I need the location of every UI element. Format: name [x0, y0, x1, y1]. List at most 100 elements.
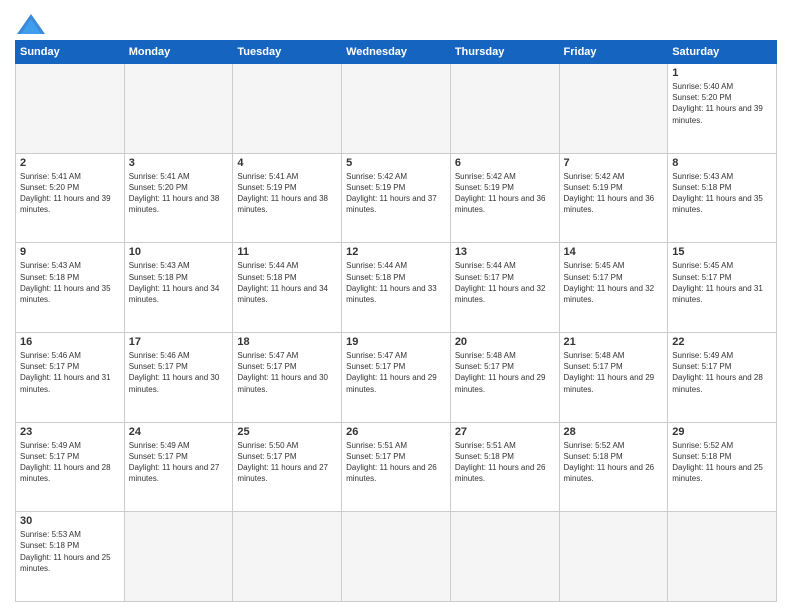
table-row	[559, 512, 668, 602]
calendar-week-row: 30 Sunrise: 5:53 AMSunset: 5:18 PMDayligh…	[16, 512, 777, 602]
day-number: 3	[129, 157, 229, 169]
table-row: 29 Sunrise: 5:52 AMSunset: 5:18 PMDayligh…	[668, 422, 777, 512]
day-number: 15	[672, 246, 772, 258]
day-info: Sunrise: 5:44 AMSunset: 5:18 PMDaylight:…	[237, 260, 337, 305]
day-number: 11	[237, 246, 337, 258]
table-row: 23Sunrise: 5:49 AMSunset: 5:17 PMDayligh…	[16, 422, 125, 512]
table-row: 12Sunrise: 5:44 AMSunset: 5:18 PMDayligh…	[342, 243, 451, 333]
table-row: 15 Sunrise: 5:45 AMSunset: 5:17 PMDayligh…	[668, 243, 777, 333]
day-info: Sunrise: 5:42 AMSunset: 5:19 PMDaylight:…	[455, 171, 555, 216]
day-number: 1	[672, 67, 772, 79]
table-row	[233, 512, 342, 602]
day-number: 30	[20, 515, 120, 527]
day-number: 17	[129, 336, 229, 348]
day-info: Sunrise: 5:45 AMSunset: 5:17 PMDaylight:…	[672, 260, 772, 305]
logo-icon	[17, 14, 45, 34]
day-number: 27	[455, 426, 555, 438]
page: Sunday Monday Tuesday Wednesday Thursday…	[0, 0, 792, 612]
day-number: 26	[346, 426, 446, 438]
day-info: Sunrise: 5:49 AMSunset: 5:17 PMDaylight:…	[672, 350, 772, 395]
table-row: 19 Sunrise: 5:47 AMSunset: 5:17 PMDayligh…	[342, 332, 451, 422]
day-info: Sunrise: 5:47 AMSunset: 5:17 PMDaylight:…	[346, 350, 446, 395]
table-row: 27 Sunrise: 5:51 AMSunset: 5:18 PMDayligh…	[450, 422, 559, 512]
day-info: Sunrise: 5:53 AMSunset: 5:18 PMDaylight:…	[20, 529, 120, 574]
day-info: Sunrise: 5:43 AMSunset: 5:18 PMDaylight:…	[20, 260, 120, 305]
day-number: 6	[455, 157, 555, 169]
table-row	[668, 512, 777, 602]
calendar-week-row: 1 Sunrise: 5:40 AMSunset: 5:20 PMDaylight…	[16, 64, 777, 154]
table-row: 30 Sunrise: 5:53 AMSunset: 5:18 PMDayligh…	[16, 512, 125, 602]
header-saturday: Saturday	[668, 41, 777, 64]
table-row: 21 Sunrise: 5:48 AMSunset: 5:17 PMDayligh…	[559, 332, 668, 422]
day-number: 8	[672, 157, 772, 169]
day-info: Sunrise: 5:42 AMSunset: 5:19 PMDaylight:…	[564, 171, 664, 216]
weekday-header-row: Sunday Monday Tuesday Wednesday Thursday…	[16, 41, 777, 64]
table-row	[450, 64, 559, 154]
day-number: 9	[20, 246, 120, 258]
day-number: 16	[20, 336, 120, 348]
header-tuesday: Tuesday	[233, 41, 342, 64]
day-info: Sunrise: 5:42 AMSunset: 5:19 PMDaylight:…	[346, 171, 446, 216]
day-info: Sunrise: 5:48 AMSunset: 5:17 PMDaylight:…	[564, 350, 664, 395]
table-row: 24 Sunrise: 5:49 AMSunset: 5:17 PMDayligh…	[124, 422, 233, 512]
day-number: 13	[455, 246, 555, 258]
day-info: Sunrise: 5:52 AMSunset: 5:18 PMDaylight:…	[564, 440, 664, 485]
day-number: 28	[564, 426, 664, 438]
table-row: 17 Sunrise: 5:46 AMSunset: 5:17 PMDayligh…	[124, 332, 233, 422]
day-info: Sunrise: 5:46 AMSunset: 5:17 PMDaylight:…	[129, 350, 229, 395]
day-number: 19	[346, 336, 446, 348]
table-row: 5 Sunrise: 5:42 AMSunset: 5:19 PMDaylight…	[342, 153, 451, 243]
day-number: 24	[129, 426, 229, 438]
day-info: Sunrise: 5:50 AMSunset: 5:17 PMDaylight:…	[237, 440, 337, 485]
day-info: Sunrise: 5:52 AMSunset: 5:18 PMDaylight:…	[672, 440, 772, 485]
calendar-week-row: 16 Sunrise: 5:46 AMSunset: 5:17 PMDayligh…	[16, 332, 777, 422]
table-row: 25Sunrise: 5:50 AMSunset: 5:17 PMDayligh…	[233, 422, 342, 512]
day-info: Sunrise: 5:43 AMSunset: 5:18 PMDaylight:…	[129, 260, 229, 305]
day-info: Sunrise: 5:49 AMSunset: 5:17 PMDaylight:…	[20, 440, 120, 485]
day-number: 5	[346, 157, 446, 169]
day-info: Sunrise: 5:51 AMSunset: 5:17 PMDaylight:…	[346, 440, 446, 485]
calendar-week-row: 2Sunrise: 5:41 AMSunset: 5:20 PMDaylight…	[16, 153, 777, 243]
table-row: 14Sunrise: 5:45 AMSunset: 5:17 PMDayligh…	[559, 243, 668, 333]
day-number: 7	[564, 157, 664, 169]
day-number: 4	[237, 157, 337, 169]
day-info: Sunrise: 5:44 AMSunset: 5:17 PMDaylight:…	[455, 260, 555, 305]
table-row	[124, 64, 233, 154]
day-number: 10	[129, 246, 229, 258]
day-info: Sunrise: 5:41 AMSunset: 5:20 PMDaylight:…	[129, 171, 229, 216]
day-info: Sunrise: 5:41 AMSunset: 5:20 PMDaylight:…	[20, 171, 120, 216]
day-number: 21	[564, 336, 664, 348]
header-sunday: Sunday	[16, 41, 125, 64]
table-row: 10 Sunrise: 5:43 AMSunset: 5:18 PMDayligh…	[124, 243, 233, 333]
table-row: 8 Sunrise: 5:43 AMSunset: 5:18 PMDaylight…	[668, 153, 777, 243]
table-row	[342, 64, 451, 154]
table-row: 9 Sunrise: 5:43 AMSunset: 5:18 PMDaylight…	[16, 243, 125, 333]
day-info: Sunrise: 5:40 AMSunset: 5:20 PMDaylight:…	[672, 81, 772, 126]
table-row: 6 Sunrise: 5:42 AMSunset: 5:19 PMDaylight…	[450, 153, 559, 243]
table-row	[559, 64, 668, 154]
day-info: Sunrise: 5:41 AMSunset: 5:19 PMDaylight:…	[237, 171, 337, 216]
logo	[15, 14, 45, 34]
day-number: 18	[237, 336, 337, 348]
day-number: 14	[564, 246, 664, 258]
calendar-table: Sunday Monday Tuesday Wednesday Thursday…	[15, 40, 777, 602]
table-row: 28 Sunrise: 5:52 AMSunset: 5:18 PMDayligh…	[559, 422, 668, 512]
table-row	[16, 64, 125, 154]
day-number: 29	[672, 426, 772, 438]
table-row: 22Sunrise: 5:49 AMSunset: 5:17 PMDayligh…	[668, 332, 777, 422]
day-info: Sunrise: 5:49 AMSunset: 5:17 PMDaylight:…	[129, 440, 229, 485]
header	[15, 10, 777, 34]
day-info: Sunrise: 5:51 AMSunset: 5:18 PMDaylight:…	[455, 440, 555, 485]
day-number: 20	[455, 336, 555, 348]
day-info: Sunrise: 5:43 AMSunset: 5:18 PMDaylight:…	[672, 171, 772, 216]
table-row	[450, 512, 559, 602]
table-row: 20 Sunrise: 5:48 AMSunset: 5:17 PMDayligh…	[450, 332, 559, 422]
table-row: 3 Sunrise: 5:41 AMSunset: 5:20 PMDaylight…	[124, 153, 233, 243]
table-row: 2Sunrise: 5:41 AMSunset: 5:20 PMDaylight…	[16, 153, 125, 243]
table-row	[342, 512, 451, 602]
logo-area	[15, 10, 45, 34]
day-info: Sunrise: 5:48 AMSunset: 5:17 PMDaylight:…	[455, 350, 555, 395]
day-number: 12	[346, 246, 446, 258]
table-row	[124, 512, 233, 602]
header-friday: Friday	[559, 41, 668, 64]
